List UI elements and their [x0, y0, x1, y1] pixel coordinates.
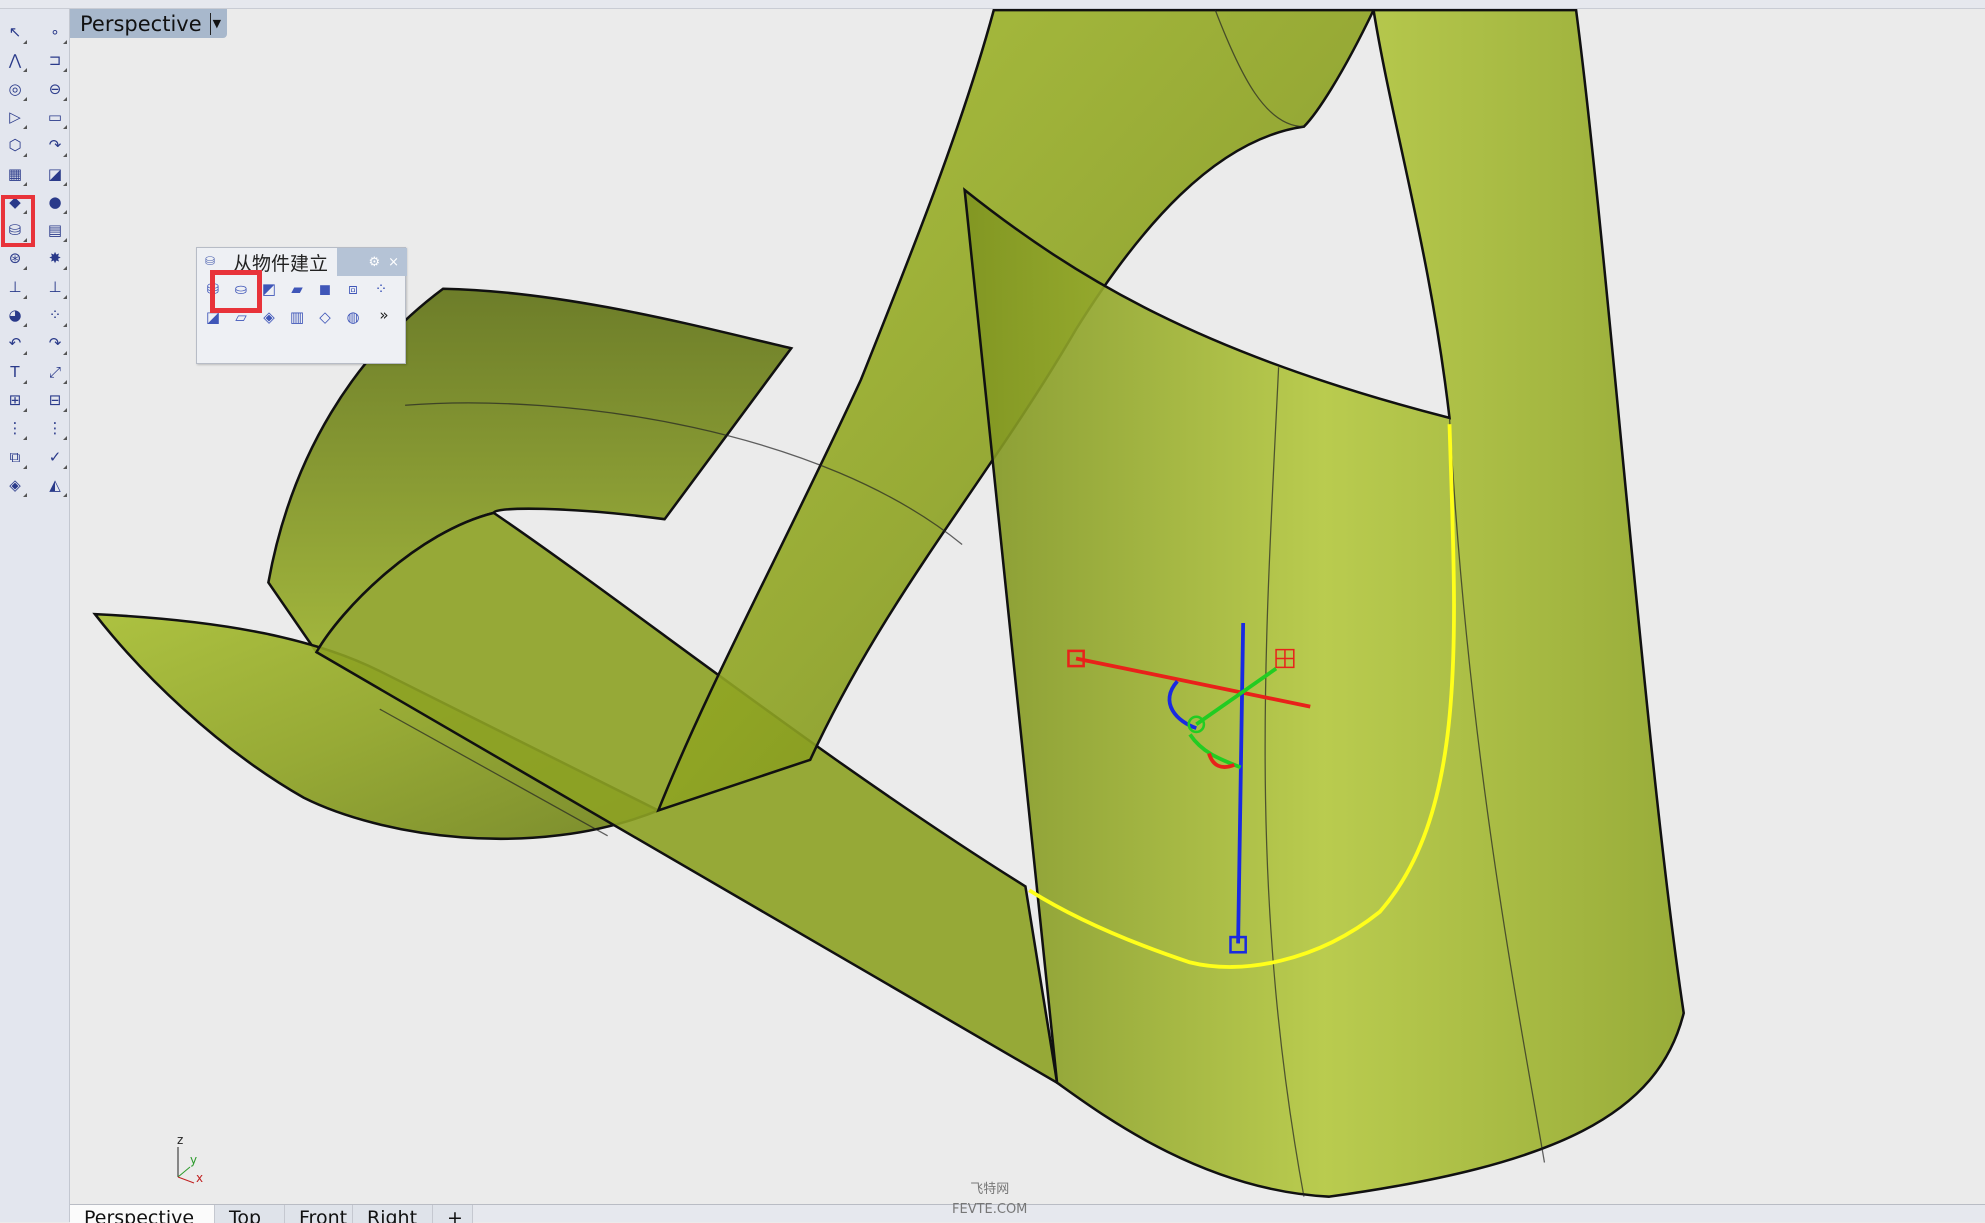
select-arrow-icon[interactable]: ↖ — [2, 19, 28, 45]
fillet-icon[interactable]: ↷ — [42, 132, 68, 158]
extrude-surface-icon[interactable]: ◪ — [42, 161, 68, 187]
axis-y-label: y — [190, 1153, 198, 1167]
axis-x-label: x — [196, 1171, 204, 1185]
patch-surface-icon[interactable]: ◇ — [313, 305, 337, 329]
render-icon[interactable]: ◭ — [42, 472, 68, 498]
boolean-icon[interactable]: ⊛ — [2, 245, 28, 271]
left-toolbar: ↖ ∘ ⋀ ⊐ ◎ ⊖ ▷ ▭ ⬡ ↷ ▦ ◪ ◆ ● ⛁ ▤ ⊛ ✸ ⊥ ⊥ ◕ ⁘ ↶ ↷ T ⤢ ⊞ ⊟ ⋮ ⋮ ⧉ ✓ ◈ ◭ — [0, 9, 70, 1222]
ellipse-icon[interactable]: ⊖ — [42, 76, 68, 102]
caret-down-icon[interactable]: ▼ — [209, 12, 221, 35]
array-points-icon[interactable]: ⁘ — [369, 277, 393, 301]
trim-icon[interactable]: ⊥ — [42, 274, 68, 300]
curve-control-points-icon[interactable]: ⊐ — [42, 47, 68, 73]
arc-icon[interactable]: ▷ — [2, 104, 28, 130]
rectangle-icon[interactable]: ▭ — [42, 104, 68, 130]
join-solids-icon[interactable]: ◕ — [2, 302, 28, 328]
tab-add[interactable]: + — [433, 1205, 473, 1223]
top-bar — [0, 0, 1985, 9]
explode-icon[interactable]: ✸ — [42, 245, 68, 271]
viewport-title-tab[interactable]: Perspective ▼ — [70, 9, 228, 38]
tab-perspective[interactable]: Perspective — [70, 1205, 215, 1223]
properties-icon[interactable]: ⧉ — [2, 444, 28, 470]
gear-icon[interactable]: ⚙ — [368, 255, 380, 270]
toolbar-highlight-box — [1, 195, 35, 247]
array-icon[interactable]: ⋮ — [2, 415, 28, 441]
perspective-viewport[interactable]: Perspective ▼ z y x — [70, 9, 1985, 1204]
dimension-icon[interactable]: ⊟ — [42, 387, 68, 413]
popup-highlight-box — [210, 270, 262, 313]
watermark-line2: FEVTE.COM — [952, 1202, 1028, 1217]
tab-front[interactable]: Front — [285, 1205, 353, 1223]
more-icon[interactable]: » — [372, 303, 396, 327]
group-icon[interactable]: ⁘ — [42, 302, 68, 328]
watermark-line1: 飞特网 — [970, 1182, 1010, 1197]
tab-top[interactable]: Top — [215, 1205, 285, 1223]
surface-from-points-icon[interactable]: ▦ — [2, 161, 28, 187]
split-icon[interactable]: ⊥ — [2, 274, 28, 300]
sphere-nurbs-icon[interactable]: ◍ — [341, 305, 365, 329]
transform-icon[interactable]: ⊞ — [2, 387, 28, 413]
box-surface-icon[interactable]: ◼ — [313, 277, 337, 301]
close-icon[interactable]: × — [388, 255, 399, 270]
sweep-surface-icon[interactable]: ▥ — [285, 305, 309, 329]
scale-icon[interactable]: ⤢ — [42, 359, 68, 385]
offset-icon[interactable]: ↶ — [2, 330, 28, 356]
viewport-tabs: Perspective Top Front Right + — [70, 1204, 1985, 1223]
world-axes-indicator: z y x — [170, 1133, 230, 1187]
tab-right[interactable]: Right — [353, 1205, 433, 1223]
watermark: 飞特网 FEVTE.COM — [952, 1180, 1027, 1220]
viewport-title: Perspective — [80, 11, 202, 36]
analyze-icon[interactable]: ◈ — [2, 472, 28, 498]
check-icon[interactable]: ✓ — [42, 444, 68, 470]
from-object-toolbar-popup: ⛁ 从物件建立 ⚙ × ⛁ ⛀ ◩ ▰ ◼ ⧈ ⁘ ◪ ▱ ◈ ▥ ◇ ◍ » — [196, 247, 407, 364]
cap-surface-icon[interactable]: ⧈ — [341, 277, 365, 301]
text-icon[interactable]: T — [2, 359, 28, 385]
history-icon[interactable]: ⋮ — [42, 415, 68, 441]
point-icon[interactable]: ∘ — [42, 19, 68, 45]
fillet-curves-icon[interactable]: ↷ — [42, 330, 68, 356]
polyline-icon[interactable]: ⋀ — [2, 47, 28, 73]
axis-z-label: z — [177, 1133, 184, 1147]
plane-surface-icon[interactable]: ▰ — [285, 277, 309, 301]
3d-model-scene[interactable] — [70, 9, 1985, 1204]
circle-icon[interactable]: ◎ — [2, 76, 28, 102]
polygon-icon[interactable]: ⬡ — [2, 132, 28, 158]
sphere-icon[interactable]: ● — [42, 189, 68, 215]
mesh-icon[interactable]: ▤ — [42, 217, 68, 243]
